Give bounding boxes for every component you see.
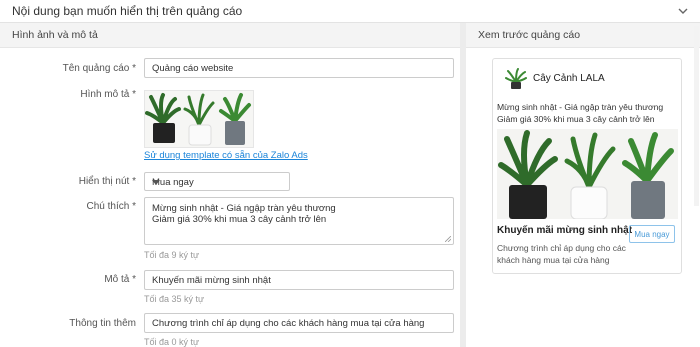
caret-down-icon (152, 180, 160, 185)
preview-section-title: Xem trước quảng cáo (478, 29, 581, 41)
images-section-header: Hình ảnh và mô tả (0, 23, 460, 48)
note-textarea[interactable]: Mừng sinh nhật - Giá ngập tràn yêu thươn… (144, 197, 454, 245)
column-divider (460, 23, 466, 347)
extra-input[interactable]: Chương trình chỉ áp dụng cho các khách h… (144, 313, 454, 333)
preview-cta-button[interactable]: Mua ngay (629, 225, 675, 243)
images-section-title: Hình ảnh và mô tả (12, 29, 98, 41)
chevron-down-icon[interactable] (678, 6, 688, 16)
preview-section-header: Xem trước quảng cáo (466, 23, 700, 48)
extra-hint: Tối đa 0 ký tự (144, 337, 200, 347)
preview-desc-line-2: khách hàng mua tại cửa hàng (497, 255, 610, 265)
note-line-2: Giảm giá 30% khi mua 3 cây cảnh trở lên (152, 214, 327, 225)
preview-note-line-2: Giảm giá 30% khi mua 3 cây cảnh trở lên (497, 114, 655, 124)
desc-value: Khuyến mãi mừng sinh nhật (152, 275, 271, 286)
image-label: Hình mô tả * (80, 89, 136, 100)
template-link[interactable]: Sử dụng template có sẵn của Zalo Ads (144, 150, 308, 161)
button-select[interactable]: Mua ngay (144, 172, 290, 191)
note-label: Chú thích * (86, 201, 136, 212)
ad-name-input[interactable]: Quảng cáo website (144, 58, 454, 78)
note-hint: Tối đa 9 ký tự (144, 250, 200, 260)
resize-grip-icon[interactable] (445, 236, 451, 242)
content-header[interactable]: Nội dung bạn muốn hiển thị trên quảng cá… (0, 0, 700, 23)
preview-title: Khuyến mãi mừng sinh nhật (497, 225, 633, 236)
extra-label: Thông tin thêm (69, 318, 136, 329)
content-header-title: Nội dung bạn muốn hiển thị trên quảng cá… (12, 4, 243, 18)
brand-logo (505, 68, 527, 90)
extra-value: Chương trình chỉ áp dụng cho các khách h… (152, 318, 425, 329)
desc-hint: Tối đa 35 ký tự (144, 294, 205, 304)
preview-brand-name: Cây Cảnh LALA (533, 73, 605, 84)
ad-name-label: Tên quảng cáo * (62, 63, 136, 74)
ad-preview-card: Cây Cảnh LALA Mừng sinh nhật - Giá ngập … (492, 58, 682, 274)
ad-image-thumbnail[interactable] (144, 90, 254, 148)
ad-name-value: Quảng cáo website (152, 63, 234, 74)
scrollbar[interactable] (694, 26, 699, 206)
preview-note-line-1: Mừng sinh nhật - Giá ngập tràn yêu thươn… (497, 102, 664, 112)
button-label: Hiển thị nút * (78, 176, 136, 187)
note-line-1: Mừng sinh nhật - Giá ngập tràn yêu thươn… (152, 203, 336, 214)
desc-label: Mô tả * (104, 274, 136, 285)
preview-image (497, 129, 678, 219)
preview-desc-line-1: Chương trình chỉ áp dụng cho các (497, 243, 626, 253)
desc-input[interactable]: Khuyến mãi mừng sinh nhật (144, 270, 454, 290)
